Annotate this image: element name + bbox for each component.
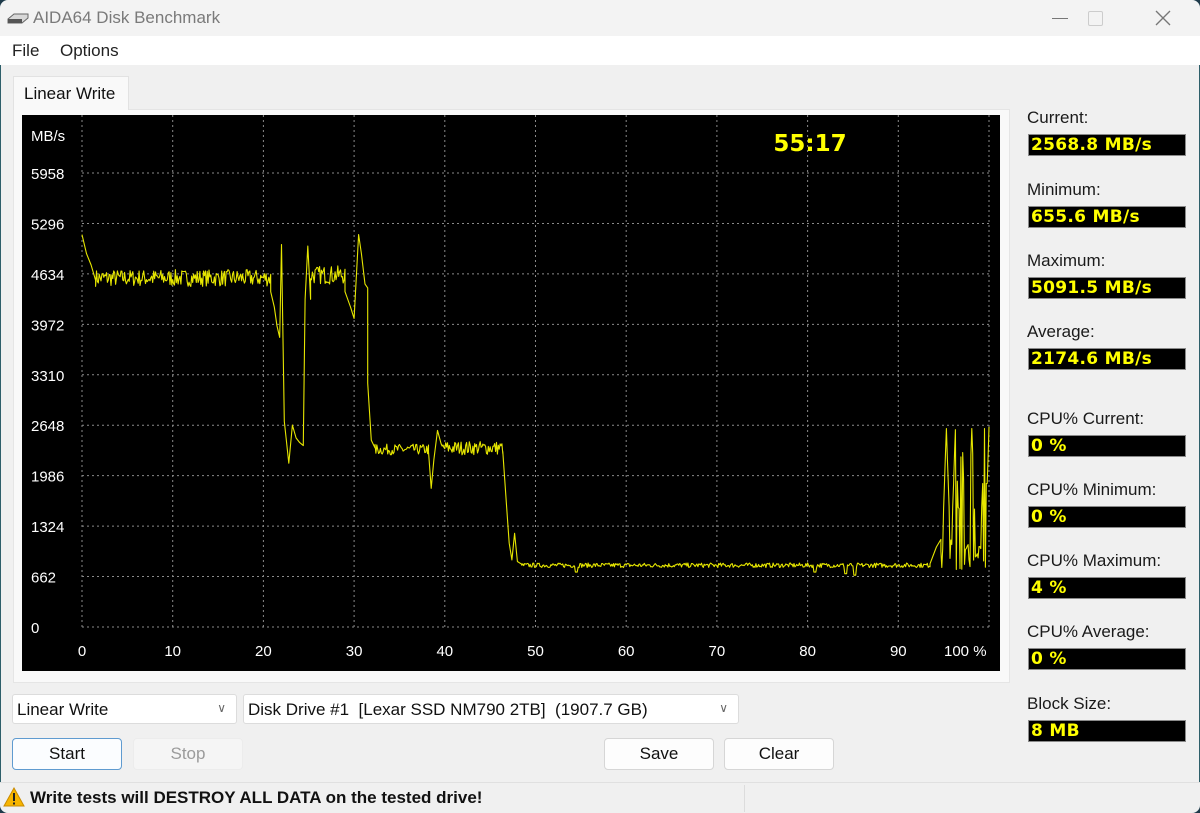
chevron-down-icon: ∨ [719,701,728,715]
x-tick-label: 90 [890,643,907,660]
x-tick-label: 100 % [944,643,987,660]
start-button[interactable]: Start [12,738,122,770]
drive-select[interactable]: Disk Drive #1 [Lexar SSD NM790 2TB] (190… [243,694,739,724]
block-size-label: Block Size: [1027,694,1112,713]
close-button[interactable] [1128,0,1198,36]
cpu-maximum-label: CPU% Maximum: [1027,551,1162,570]
chart-svg: 0 662 1324 1986 2648 3310 3972 4634 5296 5958 0 10 2… [31,115,990,660]
x-tick-label: 30 [346,643,363,660]
average-label: Average: [1027,322,1095,341]
status-bar: Write tests will DESTROY ALL DATA on the… [0,782,1200,813]
window-title: AIDA64 Disk Benchmark [33,8,221,27]
minimum-value: 655.6 MB/s [1028,206,1186,228]
cpu-average-label: CPU% Average: [1027,622,1150,641]
save-button[interactable]: Save [604,738,714,770]
average-value: 2174.6 MB/s [1028,348,1186,370]
maximize-button[interactable] [1060,0,1130,36]
block-size-value: 8 MB [1028,720,1186,742]
y-axis-unit-label: MB/s [31,128,65,145]
app-window: AIDA64 Disk Benchmark File Options Linea… [0,0,1200,813]
y-tick-label: 2648 [31,418,64,435]
menu-bar: File Options [0,36,1200,65]
status-separator [744,785,745,812]
stop-button[interactable]: Stop [133,738,243,770]
test-type-select[interactable]: Linear Write ∨ [12,694,237,724]
cpu-current-label: CPU% Current: [1027,409,1145,428]
current-label: Current: [1027,108,1089,127]
y-tick-label: 3972 [31,317,64,334]
tab-linear-write[interactable]: Linear Write [13,76,129,110]
cpu-current-value: 0 % [1028,435,1186,457]
test-type-value: Linear Write [17,700,109,719]
y-tick-label: 3310 [31,368,64,385]
maximize-icon [1087,10,1103,26]
menu-options[interactable]: Options [60,41,119,61]
y-tick-label: 4634 [31,267,64,284]
x-tick-label: 70 [709,643,726,660]
x-tick-label: 40 [436,643,453,660]
disk-drive-icon [7,13,29,24]
x-tick-label: 50 [527,643,544,660]
clear-button[interactable]: Clear [724,738,834,770]
y-tick-label: 1324 [31,519,64,536]
y-tick-label: 662 [31,570,56,587]
warning-icon [3,787,25,807]
x-tick-label: 0 [78,643,86,660]
cpu-average-value: 0 % [1028,648,1186,670]
x-tick-label: 80 [799,643,816,660]
cpu-maximum-value: 4 % [1028,577,1186,599]
title-bar[interactable]: AIDA64 Disk Benchmark [0,0,1200,36]
maximum-label: Maximum: [1027,251,1106,270]
warning-text: Write tests will DESTROY ALL DATA on the… [30,788,483,807]
y-tick-label: 0 [31,620,39,637]
benchmark-chart: 0 662 1324 1986 2648 3310 3972 4634 5296 5958 0 10 2… [22,115,1000,671]
y-tick-label: 5296 [31,216,64,233]
x-tick-label: 10 [164,643,181,660]
drive-value: Disk Drive #1 [Lexar SSD NM790 2TB] (190… [248,700,648,719]
chevron-down-icon: ∨ [217,701,226,715]
cpu-minimum-label: CPU% Minimum: [1027,480,1157,499]
current-value: 2568.8 MB/s [1028,134,1186,156]
maximum-value: 5091.5 MB/s [1028,277,1186,299]
minimum-label: Minimum: [1027,180,1101,199]
x-tick-label: 60 [618,643,635,660]
elapsed-timer: 55:17 [773,131,846,157]
menu-file[interactable]: File [12,41,39,61]
x-tick-label: 20 [255,643,272,660]
close-icon [1155,10,1171,26]
y-tick-label: 5958 [31,166,64,183]
y-tick-label: 1986 [31,469,64,486]
cpu-minimum-value: 0 % [1028,506,1186,528]
